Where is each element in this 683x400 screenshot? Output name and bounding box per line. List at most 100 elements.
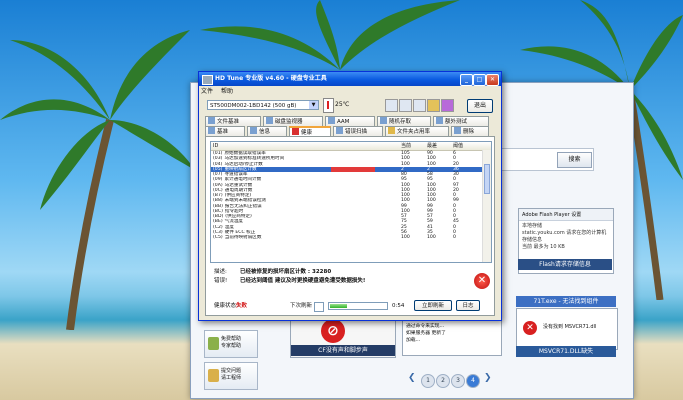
refresh-now-button[interactable]: 立即刷新 <box>414 300 452 311</box>
cell-id: (01) <box>213 151 223 156</box>
error-label: 错误! <box>214 278 228 284</box>
flash-line: 当前 最多为 10 KB <box>522 244 565 250</box>
tab-error-scan[interactable]: 错误扫描 <box>333 126 383 136</box>
download-icon[interactable] <box>441 99 454 112</box>
pager-page-4[interactable]: 4 <box>466 374 480 388</box>
tab-random-access[interactable]: 随机存取 <box>377 116 431 126</box>
cell-id: (B7) <box>213 193 223 199</box>
pager-page-1[interactable]: 1 <box>421 374 435 388</box>
column-header-threshold[interactable]: 阈值 <box>453 142 473 150</box>
cell-id: (0C) <box>213 187 223 193</box>
save-icon[interactable] <box>413 99 426 112</box>
tab-label: 随机存取 <box>389 119 412 125</box>
column-header-id[interactable]: ID <box>213 142 363 150</box>
column-header-worst[interactable]: 最差 <box>427 142 447 150</box>
description-label: 描述: <box>214 269 227 275</box>
flash-line: static.youku.com 请求在您的计算机 <box>522 230 607 236</box>
tab-label: 信息 <box>259 129 271 135</box>
tab-benchmark[interactable]: 基准 <box>205 126 245 136</box>
tab-folder-usage[interactable]: 文件夹占用率 <box>385 126 449 136</box>
tab-aam[interactable]: AAM <box>325 116 375 126</box>
cell-id: (BB) <box>213 203 223 209</box>
monitor-icon <box>266 117 273 124</box>
minimize-button[interactable]: _ <box>460 74 473 86</box>
options-icon[interactable] <box>427 99 440 112</box>
cell-name: 马达重试计数 <box>224 182 253 188</box>
background-search-button[interactable]: 搜索 <box>557 152 592 168</box>
pager-page-2[interactable]: 2 <box>436 374 450 388</box>
cell-name: 末端到末端错误检测 <box>224 198 267 204</box>
table-row[interactable]: (C5) 当前待映射扇区数 100 100 0 <box>211 235 491 240</box>
thumb-text-line: 加载... <box>406 338 421 343</box>
chevron-down-icon[interactable]: ▼ <box>309 101 318 109</box>
flash-line: 存储信息 <box>522 237 543 243</box>
description-value: 已经被修复的损坏扇区计数 : 32280 <box>240 269 332 275</box>
close-button[interactable]: ✕ <box>486 74 499 86</box>
auto-refresh-checkbox[interactable] <box>314 302 324 312</box>
cell-id: (03) <box>213 156 223 162</box>
dll-banner: MSVCR71.DLL缺失 <box>516 346 616 357</box>
erase-icon <box>454 127 461 134</box>
side-button-label: 提交问题 <box>221 368 242 374</box>
tab-info[interactable]: 信息 <box>247 126 287 136</box>
title-bar[interactable]: HD Tune 专业版 v4.60 - 硬盘专业工具 _ □ ✕ <box>199 72 501 86</box>
cell-name: 通电周期计数 <box>224 187 253 193</box>
tab-extra-tests[interactable]: 额外测试 <box>433 116 489 126</box>
cell-id: (BC) <box>213 208 223 214</box>
log-button[interactable]: 日志 <box>456 300 480 311</box>
user-icon <box>208 337 219 350</box>
tab-row-lower: 基准 信息 健康 错误扫描 文件夹占用率 删除 <box>205 126 495 136</box>
cell-worst: 100 <box>427 235 436 241</box>
tab-label: 额外测试 <box>445 119 468 125</box>
copy-info-icon[interactable] <box>399 99 412 112</box>
copy-icon[interactable] <box>385 99 398 112</box>
menu-file[interactable]: 文件 <box>201 88 213 95</box>
cell-id: (09) <box>213 177 223 183</box>
maximize-button[interactable]: □ <box>473 74 486 86</box>
menu-help[interactable]: 帮助 <box>221 88 233 95</box>
drive-select-value: ST500DM002-1BD142 (500 gB) <box>210 103 297 109</box>
cell-attribute: (C5) 当前待映射扇区数 <box>213 235 363 240</box>
tab-health[interactable]: 健康 <box>289 126 331 136</box>
menu-bar: 文件 帮助 <box>201 87 239 96</box>
temperature-readout: 25℃ <box>335 101 350 108</box>
speaker-icon <box>328 117 335 124</box>
free-help-button[interactable]: 免费帮助 专家帮助 <box>204 330 258 358</box>
pager-next-icon[interactable]: ❯ <box>484 373 492 383</box>
cell-id: (04) <box>213 161 223 167</box>
cell-name: 重映射扇区计数 <box>224 166 257 172</box>
scrollbar-thumb[interactable] <box>484 164 490 194</box>
smart-table[interactable]: ID 当前 最差 阈值 (01) 原始数据读取错误率 105 90 6 (03) 马达加速到… <box>210 141 492 263</box>
tab-file-benchmark[interactable]: 文件基准 <box>205 116 261 126</box>
cell-threshold: 0 <box>453 235 456 241</box>
cell-name: (供应商特定) <box>224 193 252 199</box>
pager-prev-icon[interactable]: ❮ <box>408 373 416 383</box>
thermometer-icon <box>323 98 334 113</box>
tab-erase[interactable]: 删除 <box>451 126 489 136</box>
cell-name: 指令超时 <box>224 208 244 214</box>
cell-name: 马达加速到标准转速所用时间 <box>224 156 285 162</box>
table-header: ID 当前 最差 阈值 <box>211 142 491 151</box>
document-icon <box>208 369 219 382</box>
flash-banner: Flash请求存储信息 <box>518 259 612 270</box>
tab-label: 磁盘监视器 <box>275 119 303 125</box>
column-header-current[interactable]: 当前 <box>401 142 421 150</box>
drive-select[interactable]: ST500DM002-1BD142 (500 gB) ▼ <box>207 100 319 110</box>
extra-tests-icon <box>436 117 443 124</box>
cell-name: 气流温度 <box>224 219 244 225</box>
tab-label: 删除 <box>463 129 475 135</box>
pager-page-3[interactable]: 3 <box>451 374 465 388</box>
table-scrollbar[interactable] <box>482 150 491 262</box>
cell-current: 100 <box>401 235 410 241</box>
submit-question-button[interactable]: 提交问题 请工程师 <box>204 362 258 390</box>
cell-id: (C3) <box>213 229 223 235</box>
exit-button[interactable]: 退出 <box>467 99 493 113</box>
tab-disk-monitor[interactable]: 磁盘监视器 <box>263 116 323 126</box>
cell-name: 报告无法纠正错误 <box>224 203 262 209</box>
cell-id: (07) <box>213 172 223 178</box>
cell-id: (C5) <box>213 235 223 241</box>
cell-name: 累计通电时间计数 <box>224 177 262 183</box>
cell-id: (BE) <box>213 219 223 225</box>
progress-fill <box>330 304 347 308</box>
flash-dialog-title: Adobe Flash Player 设置 <box>519 209 613 221</box>
